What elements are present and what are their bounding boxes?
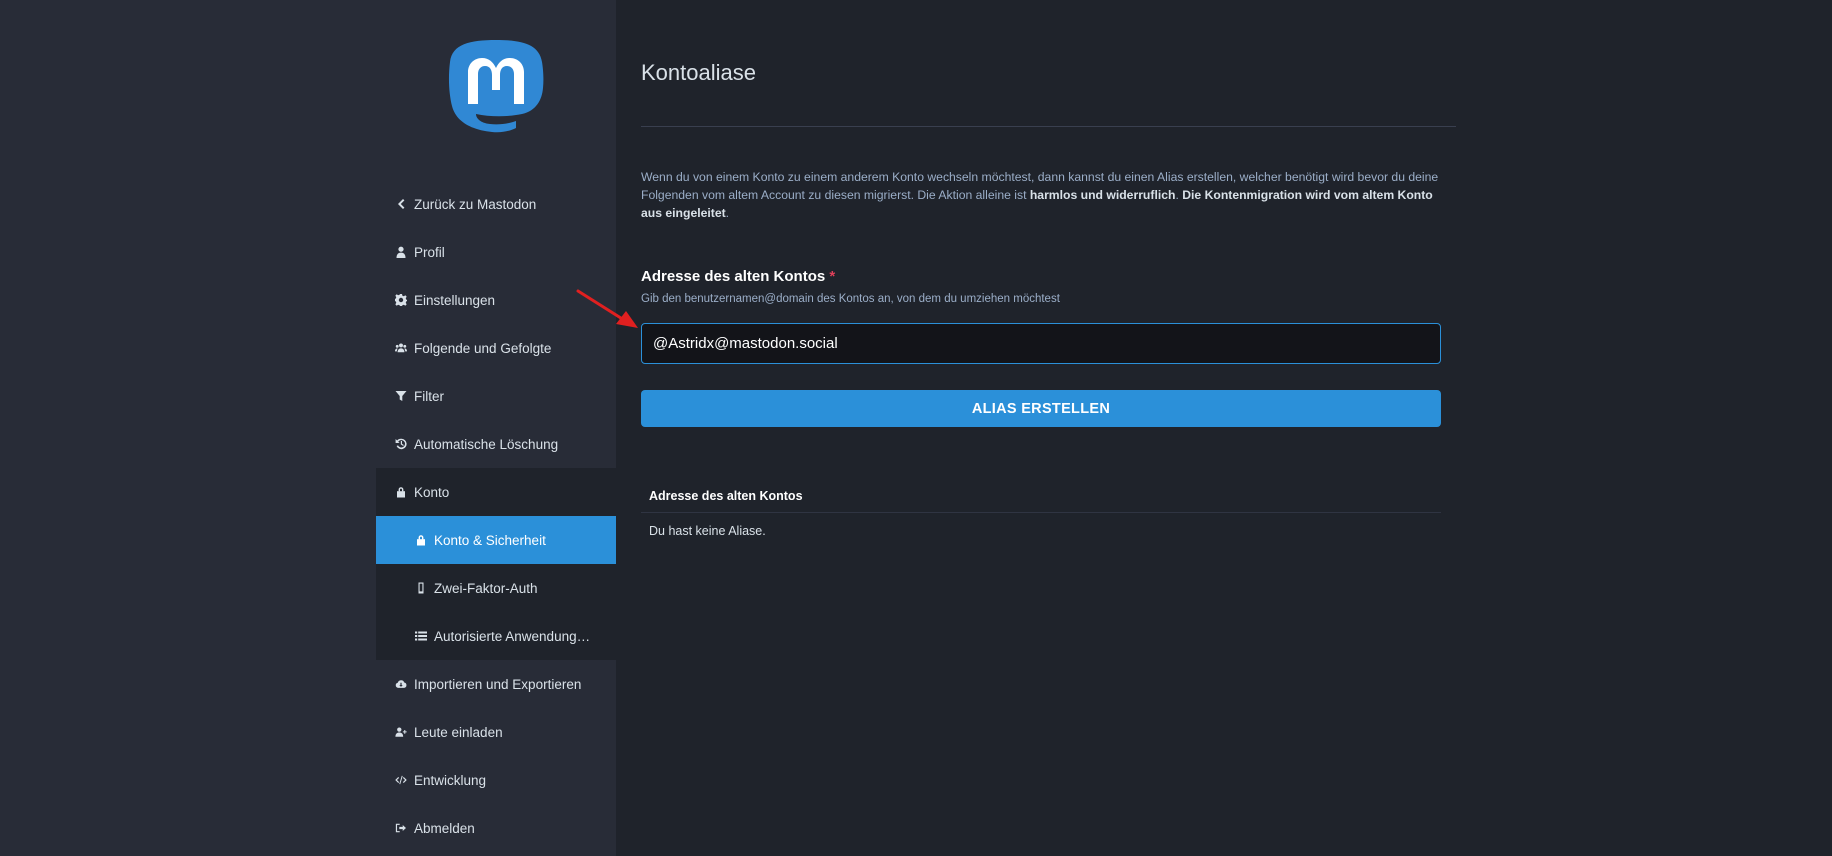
create-alias-button[interactable]: ALIAS ERSTELLEN [641, 390, 1441, 427]
user-icon [394, 245, 408, 259]
sidebar-item-authorized-apps[interactable]: Autorisierte Anwendung… [376, 612, 616, 660]
sidebar-item-label: Autorisierte Anwendung… [434, 628, 591, 644]
lock-icon [394, 485, 408, 499]
settings-nav: Zurück zu Mastodon Profil Einstellungen … [376, 180, 616, 852]
annotation-arrow-icon [576, 289, 638, 328]
sidebar-item-invite[interactable]: Leute einladen [376, 708, 616, 756]
history-icon [394, 437, 408, 451]
sidebar-item-filters[interactable]: Filter [376, 372, 616, 420]
user-plus-icon [394, 725, 408, 739]
page-title: Kontoaliase [641, 60, 756, 85]
users-icon [394, 341, 408, 355]
intro-text: Wenn du von einem Konto zu einem anderem… [641, 168, 1441, 222]
intro-emphasis-harmless: harmlos und widerruflich [1029, 188, 1176, 202]
lock-icon [414, 533, 428, 547]
sidebar-item-back[interactable]: Zurück zu Mastodon [376, 180, 616, 228]
mastodon-logo-icon[interactable] [446, 38, 546, 144]
sidebar-item-label: Abmelden [414, 820, 475, 836]
sidebar-item-label: Zurück zu Mastodon [414, 196, 537, 212]
aliases-table: Adresse des alten Kontos Du hast keine A… [641, 480, 1441, 549]
chevron-left-icon [394, 197, 408, 211]
sidebar-item-label: Entwicklung [414, 772, 487, 788]
aliases-empty-message: Du hast keine Aliase. [649, 524, 766, 538]
sidebar-item-label: Leute einladen [414, 724, 503, 740]
sidebar-item-two-factor[interactable]: Zwei-Faktor-Auth [376, 564, 616, 612]
sidebar: Zurück zu Mastodon Profil Einstellungen … [0, 0, 616, 856]
cloud-download-icon [394, 677, 408, 691]
aliases-table-header: Adresse des alten Kontos [641, 480, 1441, 513]
account-subnav: Konto & Sicherheit Zwei-Faktor-Auth Auto… [376, 516, 616, 660]
old-account-field-label: Adresse des alten Kontos * [641, 268, 835, 285]
sidebar-item-label: Importieren und Exportieren [414, 676, 582, 692]
sidebar-item-label: Einstellungen [414, 292, 496, 308]
sidebar-item-development[interactable]: Entwicklung [376, 756, 616, 804]
title-divider [641, 126, 1456, 127]
sidebar-item-label: Filter [414, 388, 444, 404]
required-marker: * [829, 268, 836, 285]
field-label-text: Adresse des alten Kontos [641, 268, 826, 285]
sidebar-item-logout[interactable]: Abmelden [376, 804, 616, 852]
mobile-icon [414, 581, 428, 595]
sidebar-item-relationships[interactable]: Folgende und Gefolgte [376, 324, 616, 372]
sidebar-item-label: Profil [414, 244, 445, 260]
intro-text-end: . [725, 206, 730, 220]
old-account-field-hint: Gib den benutzernamen@domain des Kontos … [641, 293, 1060, 305]
sidebar-item-import-export[interactable]: Importieren und Exportieren [376, 660, 616, 708]
sign-out-icon [394, 821, 408, 835]
sidebar-item-profile[interactable]: Profil [376, 228, 616, 276]
code-icon [394, 773, 408, 787]
sidebar-item-label: Zwei-Faktor-Auth [434, 580, 538, 596]
filter-icon [394, 389, 408, 403]
sidebar-item-account[interactable]: Konto [376, 468, 616, 516]
sidebar-group-account: Konto Konto & Sicherheit Zwei-Faktor-Aut… [376, 468, 616, 660]
main-area [616, 0, 1832, 856]
sidebar-item-label: Konto & Sicherheit [434, 532, 546, 548]
sidebar-item-label: Konto [414, 484, 450, 500]
gear-icon [394, 293, 408, 307]
sidebar-item-label: Folgende und Gefolgte [414, 340, 552, 356]
sidebar-item-auto-delete[interactable]: Automatische Löschung [376, 420, 616, 468]
sidebar-item-account-security[interactable]: Konto & Sicherheit [376, 516, 616, 564]
old-account-address-input[interactable] [641, 323, 1441, 364]
sidebar-item-label: Automatische Löschung [414, 436, 559, 452]
list-icon [414, 629, 428, 643]
